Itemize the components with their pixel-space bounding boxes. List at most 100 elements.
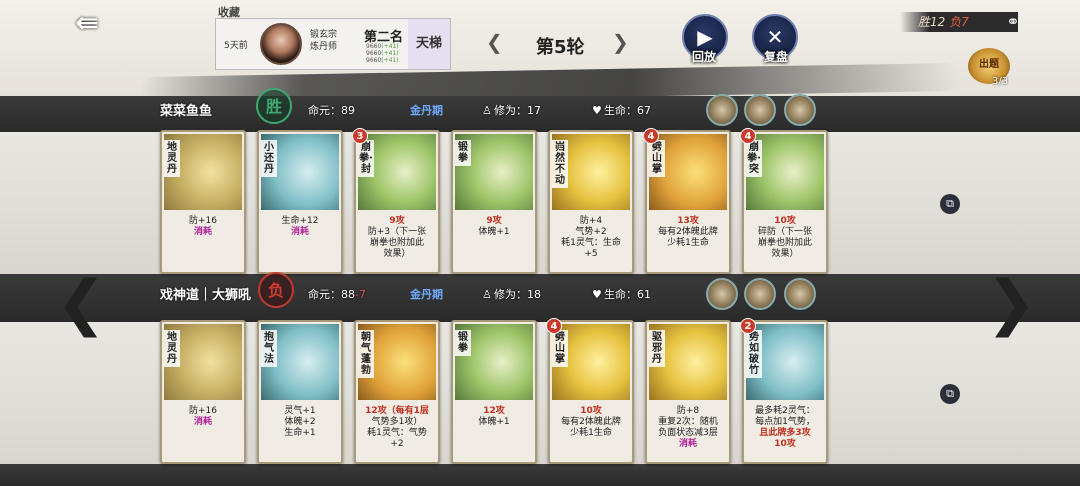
ladder-badge: 天梯	[408, 19, 450, 69]
card-description: 9攻 体魄+1	[457, 216, 531, 268]
card-description: 防+8 重复2次：随机 负面状态减3层 消耗	[651, 406, 725, 458]
review-label: 复盘	[764, 50, 789, 64]
card[interactable]: 崩拳·突 4 10攻 碎防（下一张 崩拳也附加此 效果）	[740, 128, 828, 274]
share-icon[interactable]: ⚭	[1002, 12, 1024, 34]
card-description: 13攻 每有2体魄此牌 少耗1生命	[651, 216, 725, 268]
cultivation-label: 修为：	[494, 104, 527, 117]
card-desc-line: 防+16	[189, 406, 217, 416]
life-stat: 命元：89	[308, 102, 355, 118]
cultivation-label: 修为：	[494, 288, 527, 301]
cultivation-value: 17	[527, 104, 541, 117]
person-icon: ♙	[482, 104, 492, 117]
avatar[interactable]	[744, 94, 776, 126]
tournament-count: 3/3	[992, 76, 1009, 87]
card-name: 势如破竹	[746, 330, 762, 378]
consume-label: 消耗	[193, 417, 212, 427]
card-level-badge: 4	[643, 128, 659, 144]
card-desc-line: 防+8	[676, 406, 700, 416]
sect-line2: 炼丹师	[310, 42, 338, 52]
card-description: 12攻（每有1层 气势多1攻） 耗1灵气：气势 +2	[360, 406, 434, 458]
life-delta: -7	[355, 288, 366, 301]
person-icon: ♙	[482, 288, 492, 301]
avatar[interactable]	[784, 278, 816, 310]
card-desc-line: 灵气+1	[284, 406, 316, 416]
card-description: 防+16 消耗	[166, 216, 240, 268]
card[interactable]: 锻拳 9攻 体魄+1	[451, 130, 537, 274]
card[interactable]: 劈山掌 4 13攻 每有2体魄此牌 少耗1生命	[643, 128, 731, 274]
card-desc-line: 崩拳也附加此	[757, 238, 812, 248]
consume-label: 消耗	[290, 227, 309, 237]
card[interactable]: 驱邪丹防+8 重复2次：随机 负面状态减3层 消耗	[645, 320, 731, 464]
card-desc-line: 10攻	[774, 439, 796, 449]
card-name: 锻拳	[455, 330, 471, 356]
match-info-card[interactable]: 收藏 5天前 锻玄宗 炼丹师 第二名 9660(+41) 9660(+41) 9…	[215, 6, 451, 70]
card-desc-line: 负面状态减3层	[658, 428, 718, 438]
card-desc-line: 生命+12	[281, 216, 319, 226]
avatar[interactable]	[744, 278, 776, 310]
card-description: 防+16 消耗	[166, 406, 240, 458]
time-ago: 5天前	[224, 41, 248, 51]
stat2-delta: (+41)	[381, 50, 399, 57]
replay-label: 回放	[692, 50, 717, 64]
card[interactable]: 地灵丹防+16 消耗	[160, 130, 246, 274]
card[interactable]: 地灵丹 防+16 消耗	[160, 320, 246, 464]
play-icon: ▶	[697, 25, 713, 49]
result-badge: 胜	[256, 88, 292, 124]
cultivation-stat: ♙ 修为：18	[482, 286, 541, 302]
avatar[interactable]	[784, 94, 816, 126]
crossed-swords-icon: ✕	[766, 25, 784, 49]
card-name: 驱邪丹	[649, 330, 665, 367]
consume-label: 消耗	[193, 227, 212, 237]
card-desc-line: 气势多1攻）	[371, 417, 423, 427]
card-desc-line: +5	[584, 249, 598, 259]
card-name: 抱气法	[261, 330, 277, 367]
card-desc-line: 耗1灵气：气势	[367, 428, 427, 438]
chevron-right-icon[interactable]: ❯	[612, 30, 629, 54]
card-description: 最多耗2灵气： 每点加1气势， 且此牌多3攻 10攻	[748, 406, 822, 458]
chevron-left-icon[interactable]: ❮	[56, 248, 106, 358]
card[interactable]: 势如破竹 2 最多耗2灵气： 每点加1气势， 且此牌多3攻 10攻	[740, 318, 828, 464]
card-name: 地灵丹	[164, 140, 180, 177]
card-desc-line: 体魄+1	[478, 417, 510, 427]
card-desc-line: 效果）	[383, 249, 411, 259]
hp-stat: ♥ 生命：61	[592, 286, 651, 302]
heart-icon: ♥	[592, 288, 602, 301]
avatar[interactable]	[706, 278, 738, 310]
card-desc-line: 崩拳也附加此	[369, 238, 424, 248]
card-desc-line: 且此牌多3攻	[759, 428, 811, 438]
card-desc-line: 重复2次：随机	[658, 417, 718, 427]
avatar[interactable]	[706, 94, 738, 126]
card[interactable]: 锻拳 12攻 体魄+1	[451, 320, 537, 464]
bottom-band	[0, 464, 1080, 486]
chevron-left-icon[interactable]: ❮	[486, 30, 503, 54]
player-name: 戏神道｜大狮吼	[160, 288, 252, 303]
card[interactable]: 抱气法 灵气+1 体魄+2 生命+1	[257, 320, 343, 464]
tournament-label: 出题	[979, 59, 999, 70]
copy-icon[interactable]: ⧉	[940, 384, 960, 404]
card[interactable]: 岿然不动 防+4 气势+2 耗1灵气：生命 +5	[548, 130, 634, 274]
card[interactable]: 崩拳·封 3 9攻 防+3（下一张 崩拳也附加此 效果）	[352, 128, 440, 274]
card[interactable]: 朝气蓬勃 12攻（每有1层 气势多1攻） 耗1灵气：气势 +2	[354, 320, 440, 464]
stat1: 9660	[366, 43, 382, 50]
card-desc-line: 耗1灵气：生命	[561, 238, 621, 248]
life-label: 命元：	[308, 104, 341, 117]
cultivation-stat: ♙ 修为：17	[482, 102, 541, 118]
back-arrow-icon[interactable]: ⇚	[62, 8, 112, 38]
card[interactable]: 劈山掌 4 10攻 每有2体魄此牌 少耗1生命	[546, 318, 634, 464]
card-name: 崩拳·突	[746, 140, 762, 177]
hp-stat: ♥ 生命：67	[592, 102, 651, 118]
card-name: 锻拳	[455, 140, 471, 166]
stat2: 9660	[366, 50, 382, 57]
card-desc-line: 防+3（下一张	[367, 227, 427, 237]
card-desc-line: 10攻	[774, 216, 796, 226]
card-desc-line: 12攻	[483, 406, 505, 416]
hp-label: 生命：	[604, 288, 637, 301]
card-description: 10攻 碎防（下一张 崩拳也附加此 效果）	[748, 216, 822, 268]
card-desc-line: 效果）	[771, 249, 799, 259]
card[interactable]: 小还丹 生命+12 消耗	[257, 130, 343, 274]
card-desc-line: 碎防（下一张	[757, 227, 812, 237]
card-name: 朝气蓬勃	[358, 330, 374, 378]
card-desc-line: 每有2体魄此牌	[658, 227, 718, 237]
copy-icon[interactable]: ⧉	[940, 194, 960, 214]
chevron-right-icon[interactable]: ❯	[986, 248, 1036, 358]
